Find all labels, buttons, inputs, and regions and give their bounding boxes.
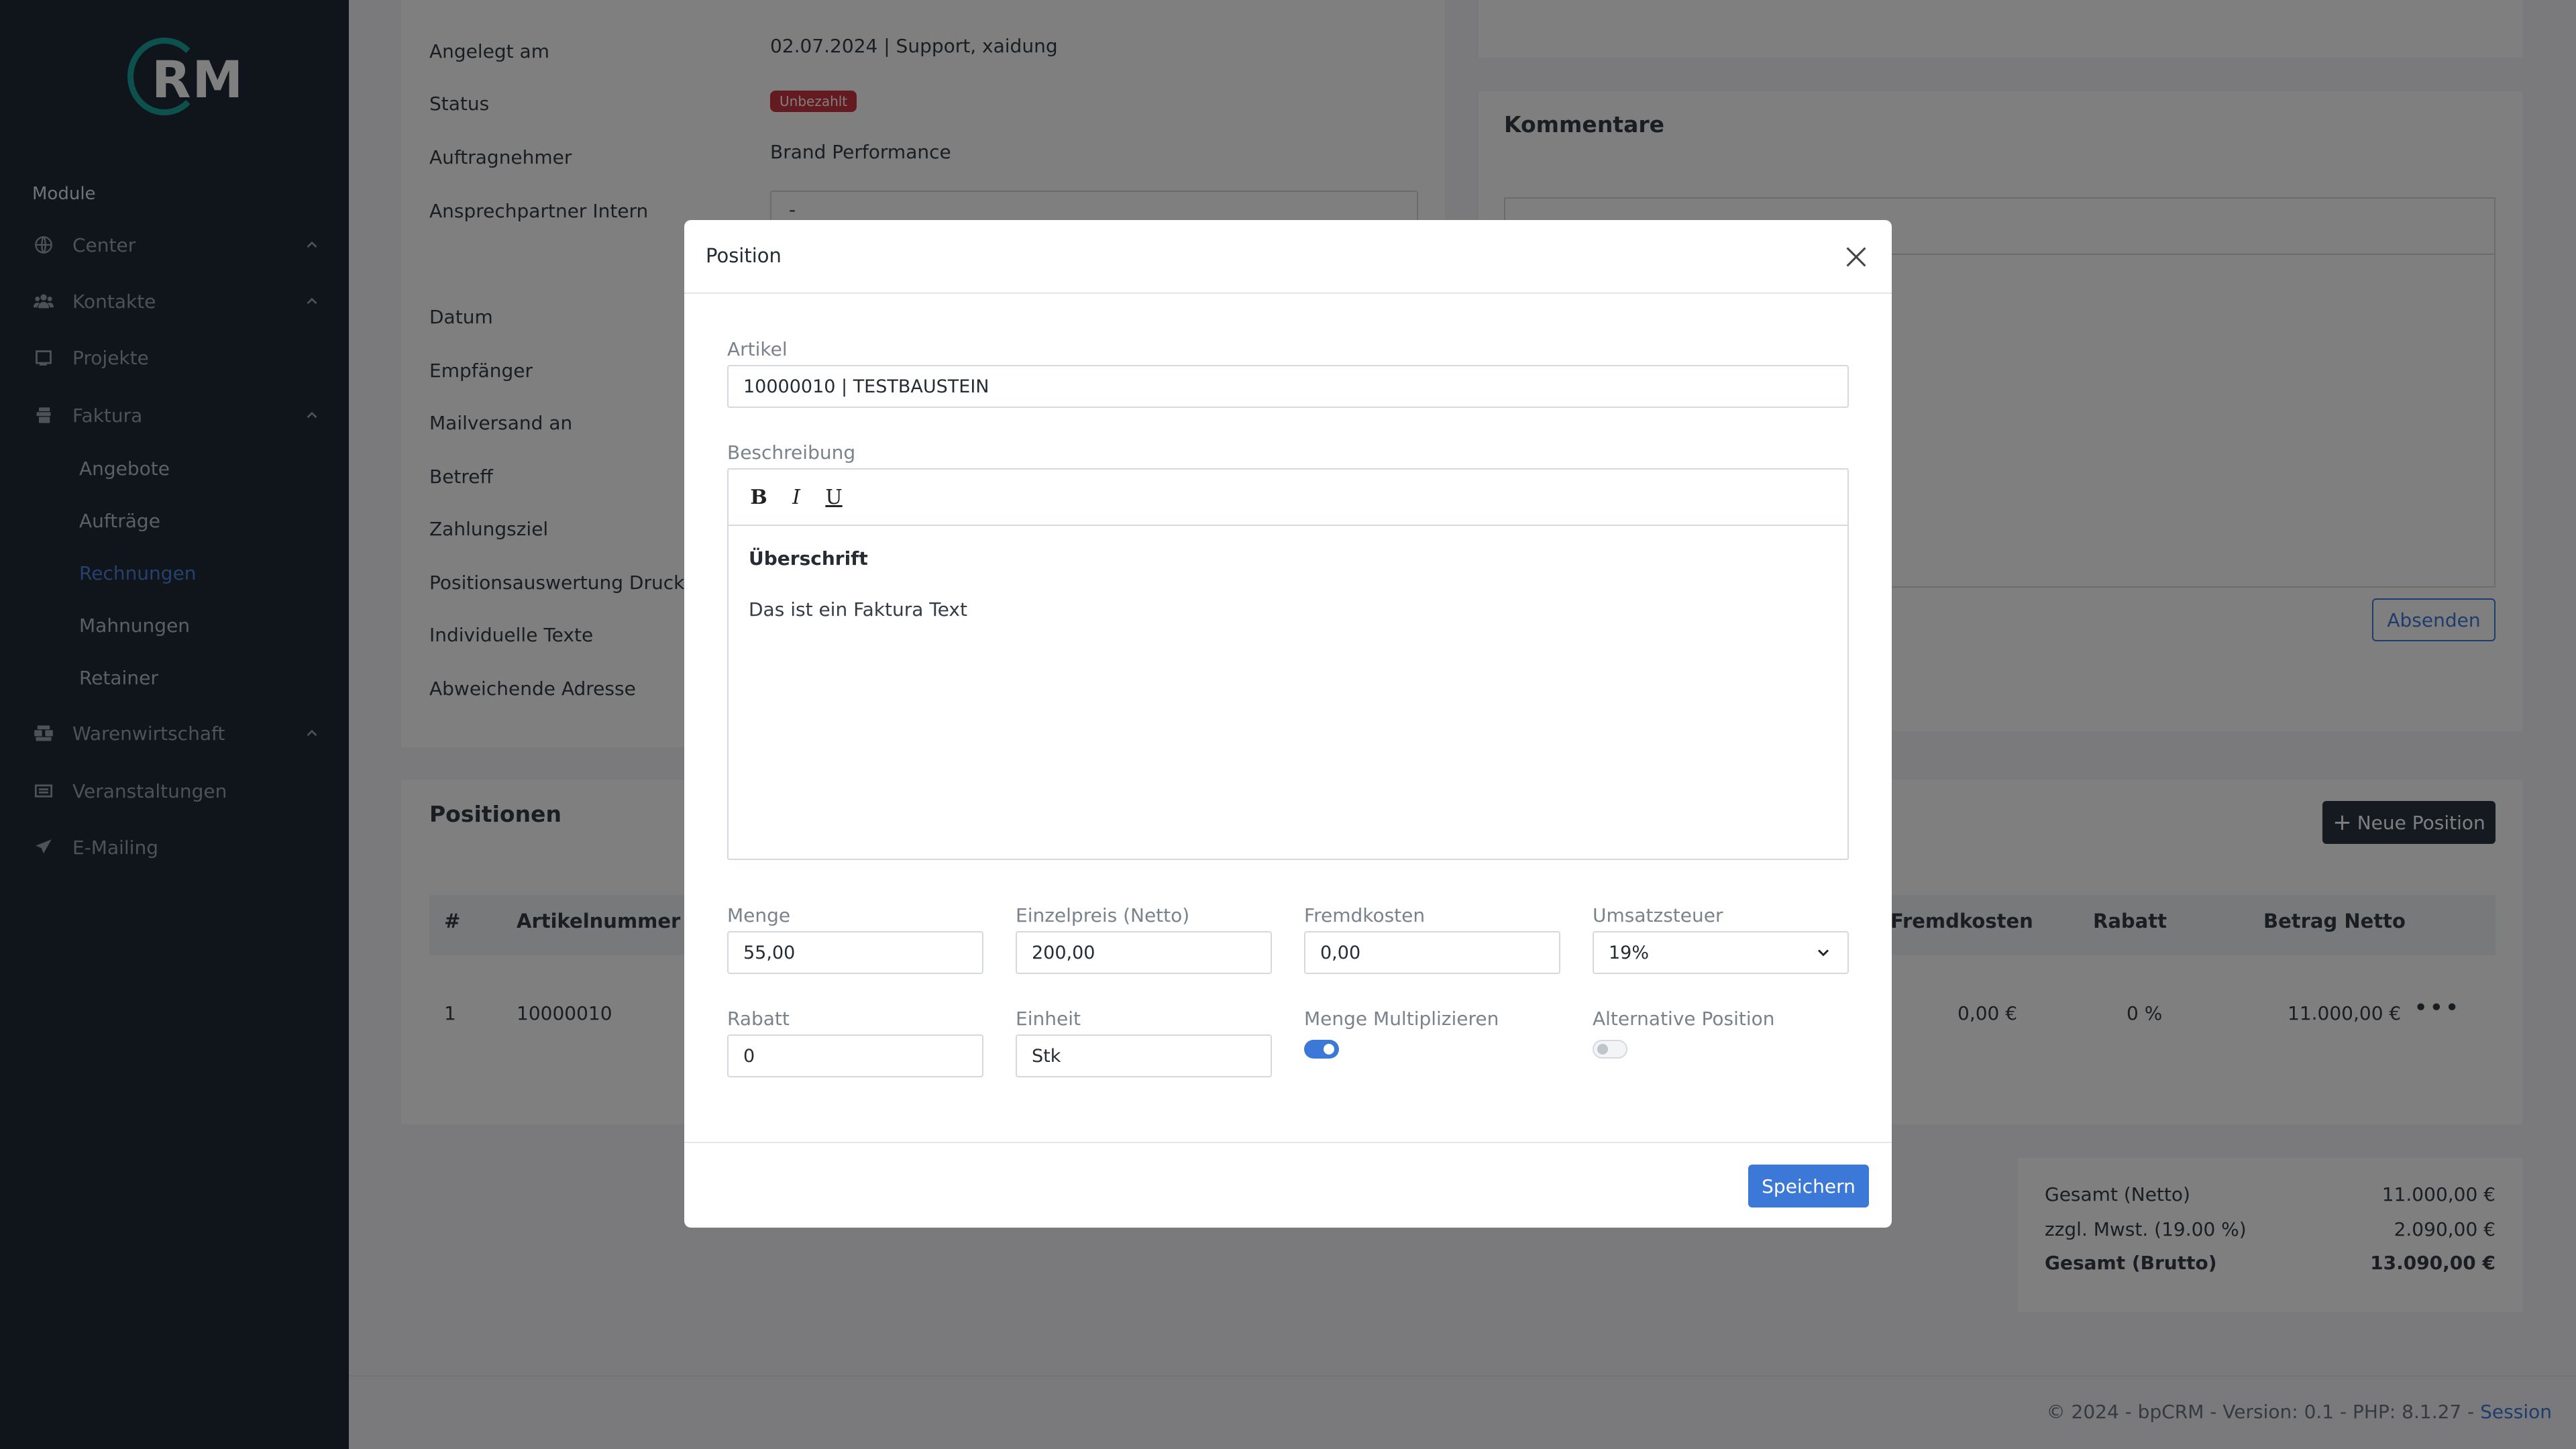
editor-heading[interactable]: Überschrift [749, 547, 868, 570]
beschreibung-editor[interactable]: B I U Überschrift Das ist ein Faktura Te… [727, 468, 1849, 860]
editor-paragraph[interactable]: Das ist ein Faktura Text [749, 598, 967, 621]
alternative-position-label: Alternative Position [1593, 1008, 1775, 1030]
menge-input[interactable] [727, 931, 983, 974]
toggle-knob [1324, 1044, 1334, 1055]
toggle-knob [1597, 1044, 1608, 1055]
save-button[interactable]: Speichern [1748, 1165, 1869, 1208]
menge-multiplizieren-label: Menge Multiplizieren [1304, 1008, 1499, 1030]
fremdkosten-input[interactable] [1304, 931, 1560, 974]
italic-icon[interactable]: I [782, 483, 810, 511]
artikel-label: Artikel [727, 338, 788, 360]
modal-header: Position [684, 220, 1892, 294]
umsatzsteuer-select[interactable]: 19% [1593, 931, 1849, 974]
einzelpreis-input[interactable] [1016, 931, 1272, 974]
einzelpreis-label: Einzelpreis (Netto) [1016, 904, 1190, 926]
chevron-down-icon [1817, 949, 1829, 957]
artikel-input[interactable] [727, 365, 1849, 408]
fremdkosten-label: Fremdkosten [1304, 904, 1426, 926]
umsatzsteuer-value: 19% [1609, 942, 1650, 963]
rabatt-input[interactable] [727, 1034, 983, 1077]
close-icon[interactable] [1841, 241, 1872, 272]
menge-multiplizieren-toggle[interactable] [1304, 1040, 1339, 1059]
einheit-label: Einheit [1016, 1008, 1081, 1030]
modal-title: Position [706, 244, 782, 267]
editor-toolbar: B I U [729, 470, 1847, 526]
menge-label: Menge [727, 904, 791, 926]
einheit-input[interactable] [1016, 1034, 1272, 1077]
position-modal: Position Artikel Beschreibung B I U Über… [684, 220, 1892, 1228]
bold-icon[interactable]: B [745, 483, 773, 511]
alternative-position-toggle[interactable] [1593, 1040, 1627, 1059]
underline-icon[interactable]: U [820, 483, 848, 511]
umsatzsteuer-label: Umsatzsteuer [1593, 904, 1723, 926]
beschreibung-label: Beschreibung [727, 441, 856, 464]
rabatt-label: Rabatt [727, 1008, 790, 1030]
modal-footer-divider [684, 1142, 1892, 1143]
